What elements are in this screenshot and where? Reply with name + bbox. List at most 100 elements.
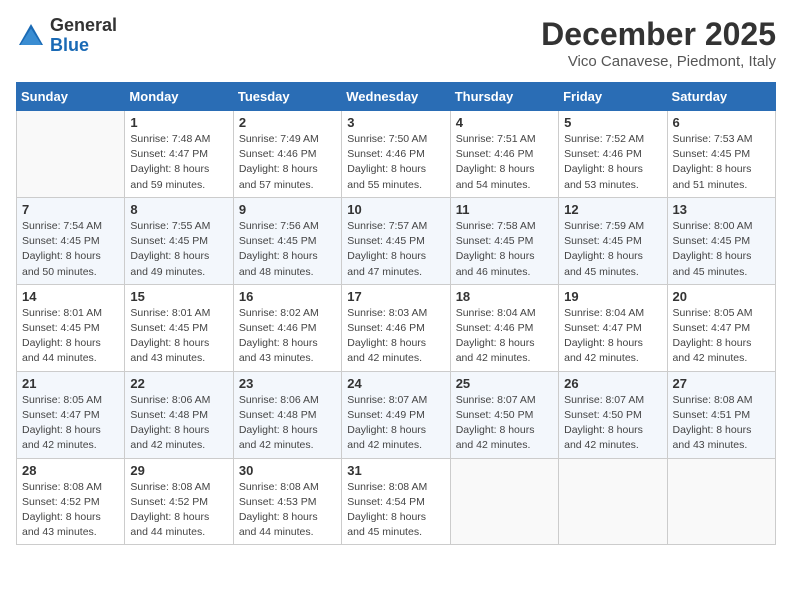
calendar-cell: 29 Sunrise: 8:08 AM Sunset: 4:52 PM Dayli… — [125, 458, 233, 545]
calendar-cell: 30 Sunrise: 8:08 AM Sunset: 4:53 PM Dayli… — [233, 458, 341, 545]
day-info: Sunrise: 8:08 AM Sunset: 4:54 PM Dayligh… — [347, 480, 444, 541]
day-number: 16 — [239, 289, 336, 304]
day-number: 6 — [673, 115, 770, 130]
day-info: Sunrise: 8:08 AM Sunset: 4:52 PM Dayligh… — [130, 480, 227, 541]
calendar-cell: 14Sunrise: 8:01 AM Sunset: 4:45 PM Dayli… — [17, 284, 125, 371]
day-number: 23 — [239, 376, 336, 391]
calendar-cell: 20 Sunrise: 8:05 AM Sunset: 4:47 PM Dayli… — [667, 284, 775, 371]
calendar-cell: 10 Sunrise: 7:57 AM Sunset: 4:45 PM Dayli… — [342, 197, 450, 284]
title-area: December 2025 Vico Canavese, Piedmont, I… — [541, 16, 776, 70]
logo-icon — [16, 21, 46, 51]
day-number: 11 — [456, 202, 553, 217]
day-info: Sunrise: 7:54 AM Sunset: 4:45 PM Dayligh… — [22, 219, 119, 280]
calendar-cell: 7 Sunrise: 7:54 AM Sunset: 4:45 PM Daylig… — [17, 197, 125, 284]
day-info: Sunrise: 8:08 AM Sunset: 4:52 PM Dayligh… — [22, 480, 119, 541]
day-number: 24 — [347, 376, 444, 391]
calendar-cell: 21Sunrise: 8:05 AM Sunset: 4:47 PM Dayli… — [17, 371, 125, 458]
day-number: 26 — [564, 376, 661, 391]
day-number: 4 — [456, 115, 553, 130]
calendar-cell — [667, 458, 775, 545]
calendar-week-row: 1Sunrise: 7:48 AM Sunset: 4:47 PM Daylig… — [17, 111, 776, 198]
day-number: 9 — [239, 202, 336, 217]
calendar-cell: 3Sunrise: 7:50 AM Sunset: 4:46 PM Daylig… — [342, 111, 450, 198]
calendar-cell: 31 Sunrise: 8:08 AM Sunset: 4:54 PM Dayli… — [342, 458, 450, 545]
calendar-cell: 24 Sunrise: 8:07 AM Sunset: 4:49 PM Dayli… — [342, 371, 450, 458]
col-header-wednesday: Wednesday — [342, 83, 450, 111]
day-info: Sunrise: 8:04 AM Sunset: 4:46 PM Dayligh… — [456, 306, 553, 367]
day-number: 15 — [130, 289, 227, 304]
day-number: 29 — [130, 463, 227, 478]
day-number: 28 — [22, 463, 119, 478]
calendar-cell: 11 Sunrise: 7:58 AM Sunset: 4:45 PM Dayli… — [450, 197, 558, 284]
day-info: Sunrise: 8:05 AM Sunset: 4:47 PM Dayligh… — [673, 306, 770, 367]
day-number: 27 — [673, 376, 770, 391]
day-info: Sunrise: 8:07 AM Sunset: 4:50 PM Dayligh… — [456, 393, 553, 454]
day-info: Sunrise: 8:05 AM Sunset: 4:47 PM Dayligh… — [22, 393, 119, 454]
col-header-sunday: Sunday — [17, 83, 125, 111]
logo-text: General Blue — [50, 16, 117, 56]
day-number: 20 — [673, 289, 770, 304]
day-info: Sunrise: 8:01 AM Sunset: 4:45 PM Dayligh… — [130, 306, 227, 367]
calendar-table: SundayMondayTuesdayWednesdayThursdayFrid… — [16, 82, 776, 545]
day-info: Sunrise: 7:56 AM Sunset: 4:45 PM Dayligh… — [239, 219, 336, 280]
calendar-week-row: 28 Sunrise: 8:08 AM Sunset: 4:52 PM Dayli… — [17, 458, 776, 545]
calendar-cell: 23 Sunrise: 8:06 AM Sunset: 4:48 PM Dayli… — [233, 371, 341, 458]
calendar-cell: 26 Sunrise: 8:07 AM Sunset: 4:50 PM Dayli… — [559, 371, 667, 458]
calendar-cell: 8Sunrise: 7:55 AM Sunset: 4:45 PM Daylig… — [125, 197, 233, 284]
calendar-cell: 19 Sunrise: 8:04 AM Sunset: 4:47 PM Dayli… — [559, 284, 667, 371]
calendar-week-row: 7 Sunrise: 7:54 AM Sunset: 4:45 PM Daylig… — [17, 197, 776, 284]
calendar-cell: 17Sunrise: 8:03 AM Sunset: 4:46 PM Dayli… — [342, 284, 450, 371]
page-header: General Blue December 2025 Vico Canavese… — [16, 16, 776, 70]
day-info: Sunrise: 8:06 AM Sunset: 4:48 PM Dayligh… — [130, 393, 227, 454]
day-info: Sunrise: 7:49 AM Sunset: 4:46 PM Dayligh… — [239, 132, 336, 193]
day-number: 30 — [239, 463, 336, 478]
calendar-cell: 27 Sunrise: 8:08 AM Sunset: 4:51 PM Dayli… — [667, 371, 775, 458]
calendar-cell — [17, 111, 125, 198]
calendar-cell: 15 Sunrise: 8:01 AM Sunset: 4:45 PM Dayli… — [125, 284, 233, 371]
calendar-cell: 18Sunrise: 8:04 AM Sunset: 4:46 PM Dayli… — [450, 284, 558, 371]
day-info: Sunrise: 8:07 AM Sunset: 4:50 PM Dayligh… — [564, 393, 661, 454]
col-header-tuesday: Tuesday — [233, 83, 341, 111]
day-number: 13 — [673, 202, 770, 217]
day-info: Sunrise: 8:08 AM Sunset: 4:51 PM Dayligh… — [673, 393, 770, 454]
calendar-cell: 12Sunrise: 7:59 AM Sunset: 4:45 PM Dayli… — [559, 197, 667, 284]
calendar-cell — [450, 458, 558, 545]
calendar-cell: 28 Sunrise: 8:08 AM Sunset: 4:52 PM Dayli… — [17, 458, 125, 545]
day-info: Sunrise: 7:55 AM Sunset: 4:45 PM Dayligh… — [130, 219, 227, 280]
col-header-friday: Friday — [559, 83, 667, 111]
day-number: 22 — [130, 376, 227, 391]
day-info: Sunrise: 8:06 AM Sunset: 4:48 PM Dayligh… — [239, 393, 336, 454]
location-subtitle: Vico Canavese, Piedmont, Italy — [541, 53, 776, 70]
day-info: Sunrise: 7:59 AM Sunset: 4:45 PM Dayligh… — [564, 219, 661, 280]
day-info: Sunrise: 7:52 AM Sunset: 4:46 PM Dayligh… — [564, 132, 661, 193]
calendar-cell: 6 Sunrise: 7:53 AM Sunset: 4:45 PM Daylig… — [667, 111, 775, 198]
calendar-cell — [559, 458, 667, 545]
day-number: 7 — [22, 202, 119, 217]
calendar-week-row: 21Sunrise: 8:05 AM Sunset: 4:47 PM Dayli… — [17, 371, 776, 458]
day-info: Sunrise: 8:01 AM Sunset: 4:45 PM Dayligh… — [22, 306, 119, 367]
calendar-header-row: SundayMondayTuesdayWednesdayThursdayFrid… — [17, 83, 776, 111]
calendar-cell: 5 Sunrise: 7:52 AM Sunset: 4:46 PM Daylig… — [559, 111, 667, 198]
day-number: 19 — [564, 289, 661, 304]
calendar-cell: 16Sunrise: 8:02 AM Sunset: 4:46 PM Dayli… — [233, 284, 341, 371]
calendar-cell: 9 Sunrise: 7:56 AM Sunset: 4:45 PM Daylig… — [233, 197, 341, 284]
calendar-cell: 4Sunrise: 7:51 AM Sunset: 4:46 PM Daylig… — [450, 111, 558, 198]
day-number: 31 — [347, 463, 444, 478]
day-info: Sunrise: 7:53 AM Sunset: 4:45 PM Dayligh… — [673, 132, 770, 193]
month-year-title: December 2025 — [541, 16, 776, 53]
day-number: 10 — [347, 202, 444, 217]
day-number: 5 — [564, 115, 661, 130]
day-info: Sunrise: 7:50 AM Sunset: 4:46 PM Dayligh… — [347, 132, 444, 193]
day-number: 25 — [456, 376, 553, 391]
day-info: Sunrise: 8:08 AM Sunset: 4:53 PM Dayligh… — [239, 480, 336, 541]
day-info: Sunrise: 8:07 AM Sunset: 4:49 PM Dayligh… — [347, 393, 444, 454]
day-number: 17 — [347, 289, 444, 304]
col-header-thursday: Thursday — [450, 83, 558, 111]
day-info: Sunrise: 7:58 AM Sunset: 4:45 PM Dayligh… — [456, 219, 553, 280]
col-header-saturday: Saturday — [667, 83, 775, 111]
calendar-cell: 25 Sunrise: 8:07 AM Sunset: 4:50 PM Dayli… — [450, 371, 558, 458]
day-number: 1 — [130, 115, 227, 130]
day-info: Sunrise: 7:57 AM Sunset: 4:45 PM Dayligh… — [347, 219, 444, 280]
calendar-cell: 1Sunrise: 7:48 AM Sunset: 4:47 PM Daylig… — [125, 111, 233, 198]
day-info: Sunrise: 8:04 AM Sunset: 4:47 PM Dayligh… — [564, 306, 661, 367]
